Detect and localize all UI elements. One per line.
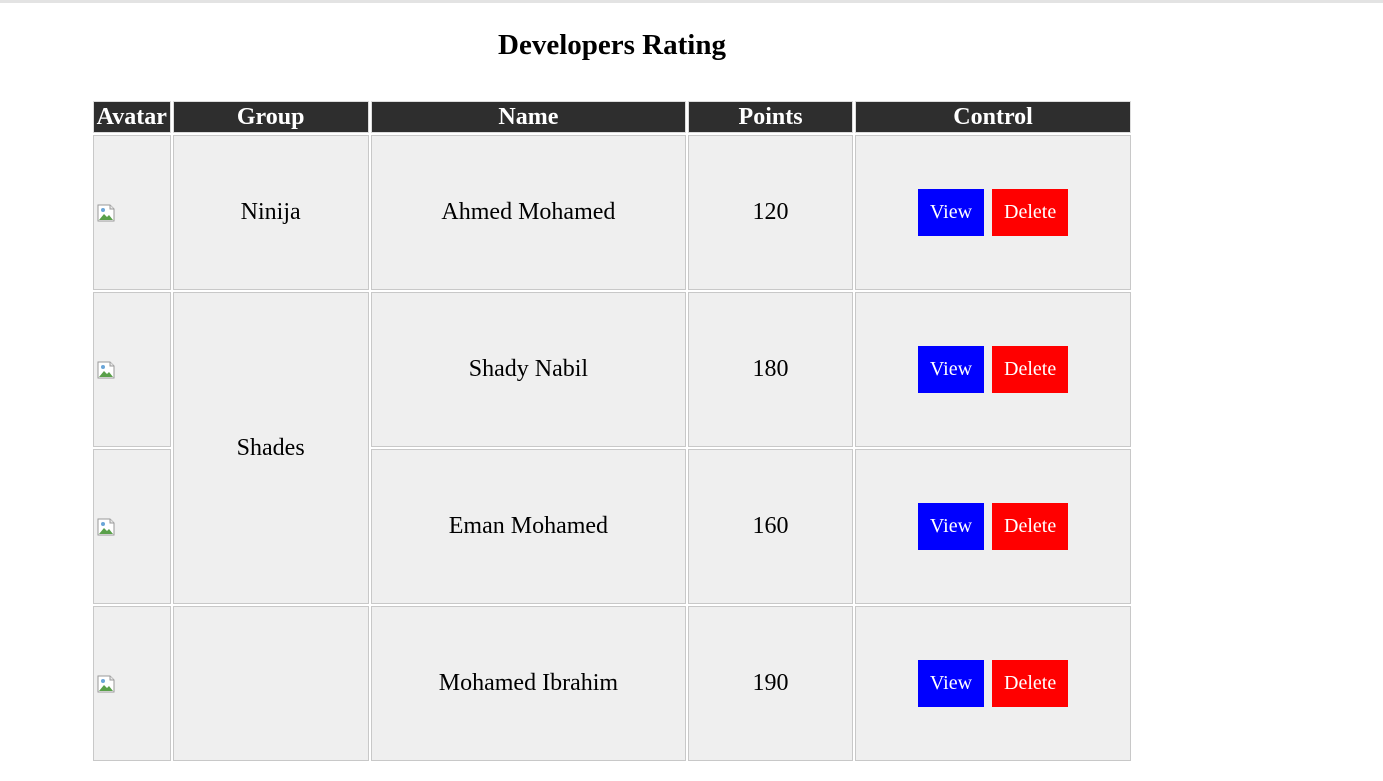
table-row: Mohamed Ibrahim 190 View Delete	[93, 606, 1131, 761]
control-cell: View Delete	[855, 292, 1131, 447]
name-cell: Mohamed Ibrahim	[370, 606, 686, 761]
broken-image-icon	[96, 517, 116, 537]
broken-image-icon	[96, 674, 116, 694]
control-cell: View Delete	[855, 135, 1131, 290]
table-row: Ninija Ahmed Mohamed 120 View Delete	[93, 135, 1131, 290]
avatar-cell	[93, 292, 171, 447]
points-cell: 120	[687, 135, 854, 290]
developers-table: Avatar Group Name Points Control Ninija …	[91, 99, 1133, 763]
delete-button[interactable]: Delete	[992, 346, 1069, 393]
name-cell: Ahmed Mohamed	[370, 135, 686, 290]
header-points: Points	[687, 101, 854, 133]
view-button[interactable]: View	[917, 189, 985, 236]
broken-image-icon	[96, 203, 116, 223]
broken-image-icon	[96, 360, 116, 380]
points-cell: 160	[687, 449, 854, 604]
delete-button[interactable]: Delete	[992, 660, 1069, 707]
view-button[interactable]: View	[917, 660, 985, 707]
avatar-cell	[93, 449, 171, 604]
header-group: Group	[172, 101, 369, 133]
top-divider	[0, 0, 1383, 3]
points-cell: 190	[687, 606, 854, 761]
group-cell: Shades	[172, 292, 369, 604]
points-cell: 180	[687, 292, 854, 447]
view-button[interactable]: View	[917, 346, 985, 393]
avatar-cell	[93, 135, 171, 290]
name-cell: Eman Mohamed	[370, 449, 686, 604]
view-button[interactable]: View	[917, 503, 985, 550]
control-cell: View Delete	[855, 449, 1131, 604]
page-title: Developers Rating	[498, 29, 726, 61]
avatar-cell	[93, 606, 171, 761]
header-control: Control	[855, 101, 1131, 133]
group-cell: Ninija	[172, 135, 369, 290]
group-cell	[172, 606, 369, 761]
delete-button[interactable]: Delete	[992, 503, 1069, 550]
delete-button[interactable]: Delete	[992, 189, 1069, 236]
table-header-row: Avatar Group Name Points Control	[93, 101, 1131, 133]
header-avatar: Avatar	[93, 101, 171, 133]
control-cell: View Delete	[855, 606, 1131, 761]
table-row: Shades Shady Nabil 180 View Delete	[93, 292, 1131, 604]
header-name: Name	[370, 101, 686, 133]
name-cell: Shady Nabil	[370, 292, 686, 447]
